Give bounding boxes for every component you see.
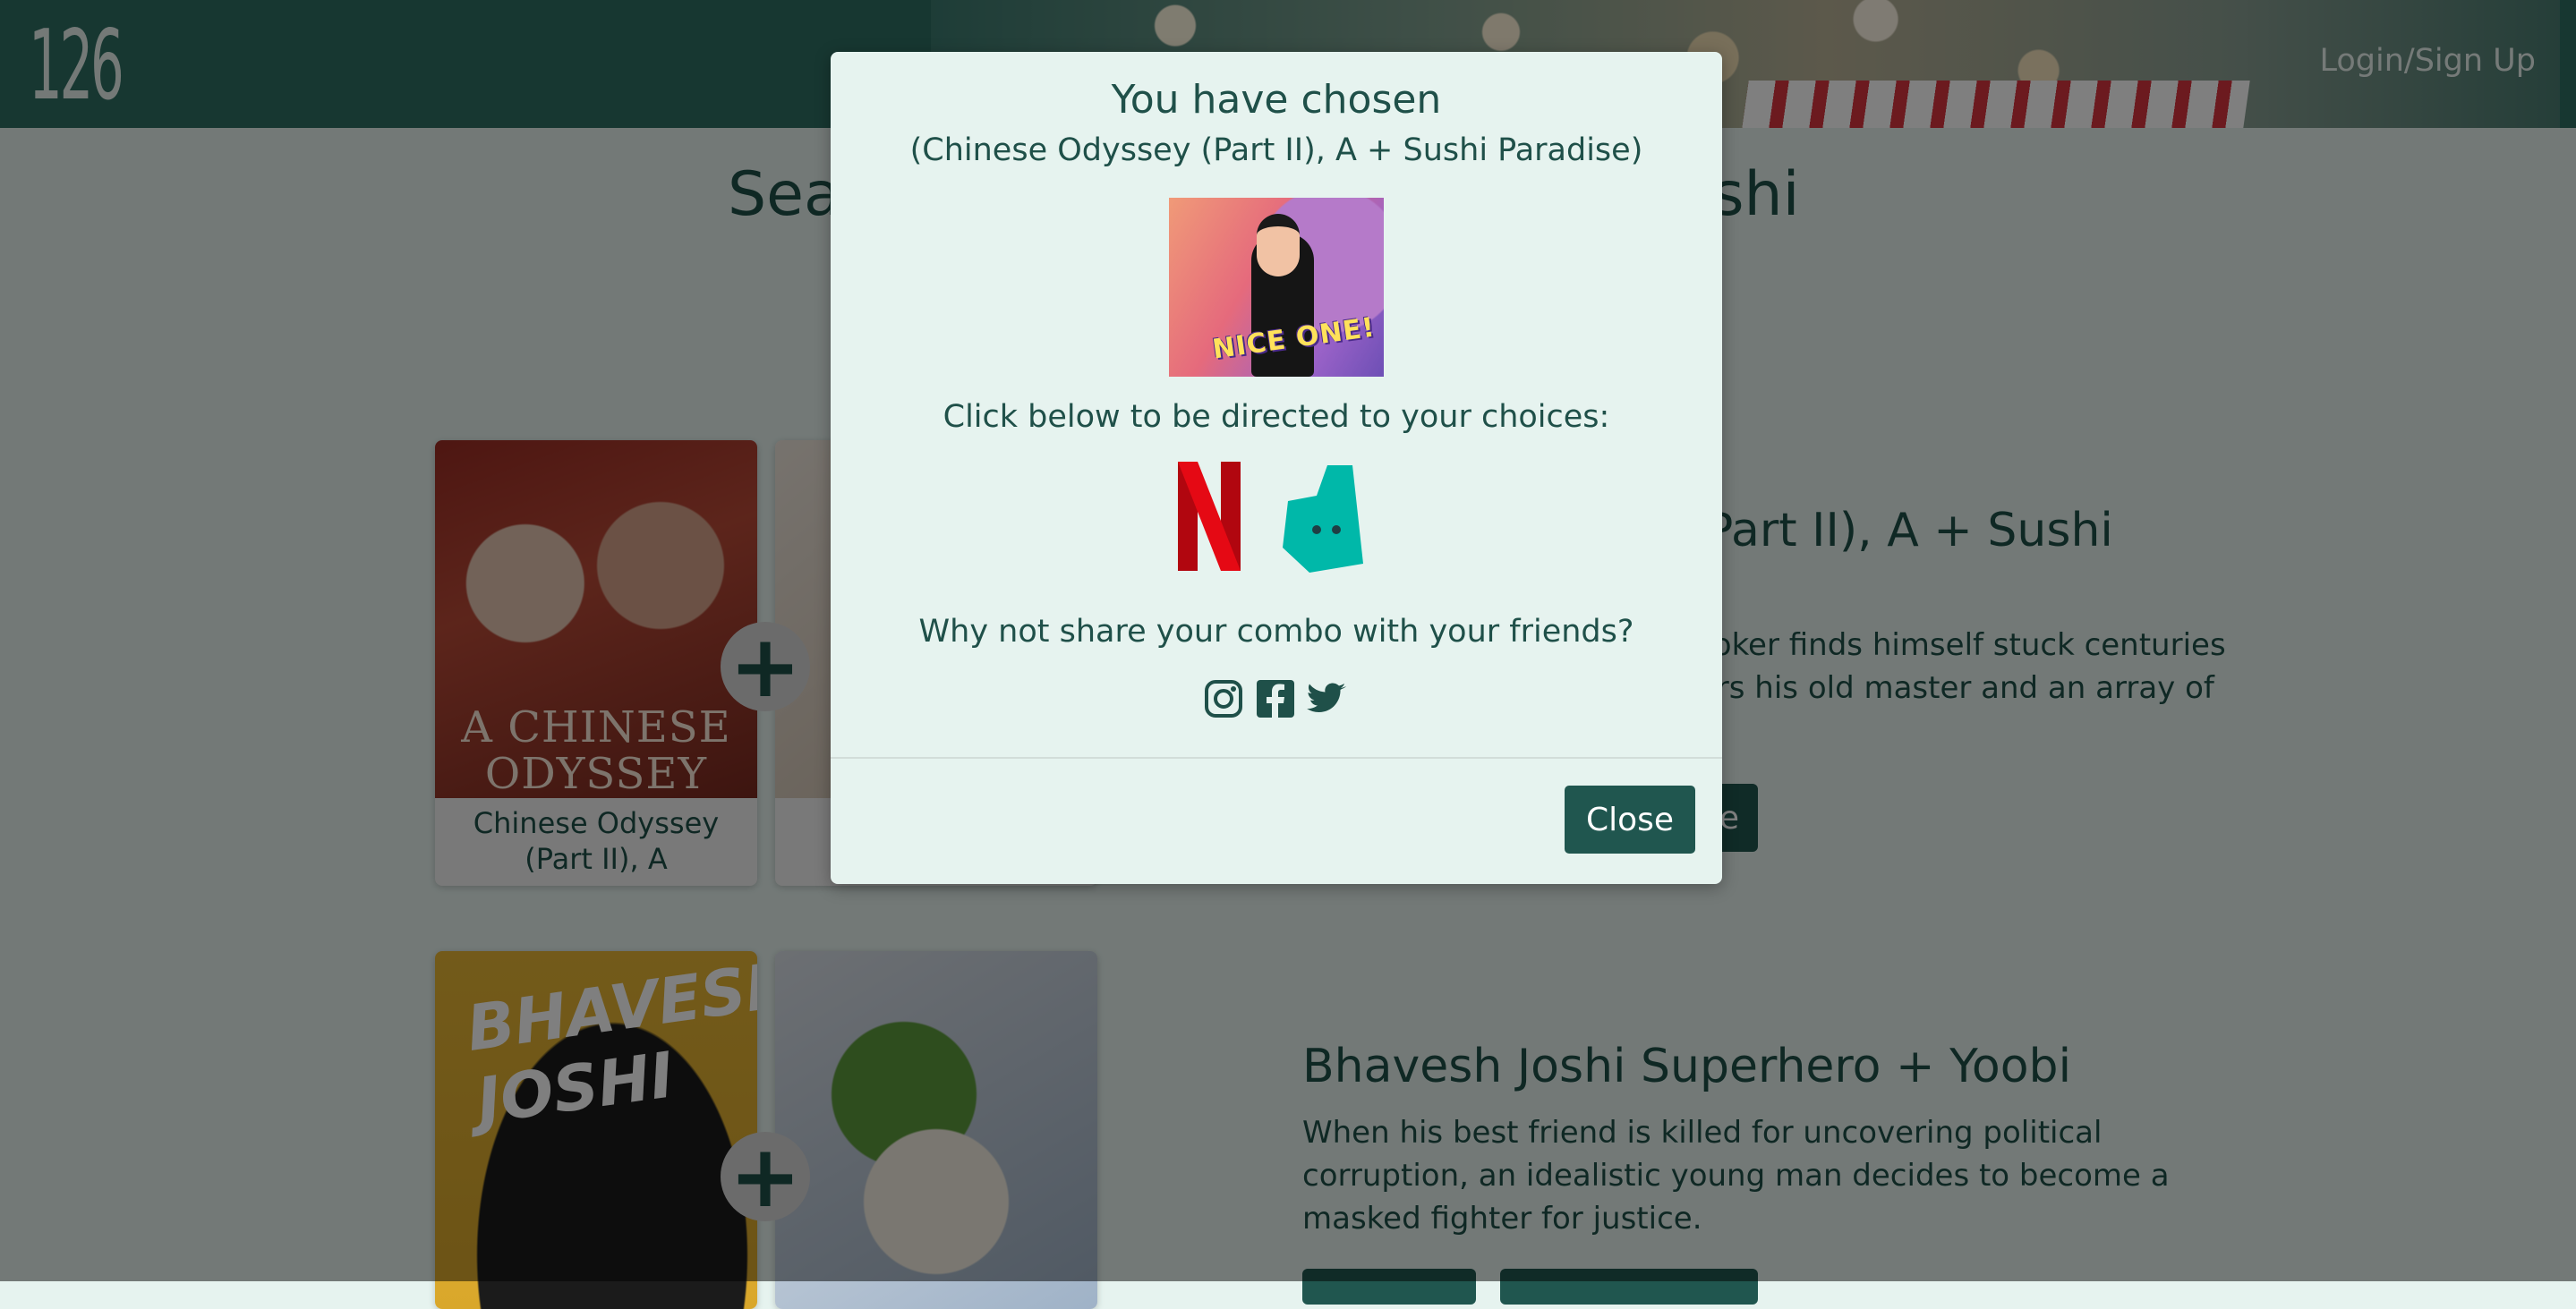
directed-text: Click below to be directed to your choic… [943, 399, 1610, 435]
close-button[interactable]: Close [1565, 786, 1695, 854]
twitter-icon[interactable] [1307, 678, 1348, 719]
nice-one-gif: NICE ONE! [1169, 198, 1384, 377]
modal-title: You have chosen [1111, 77, 1442, 123]
page: 126 Login/Sign Up Sea ushi A CHINESE ODY… [0, 0, 2576, 1309]
facebook-icon[interactable] [1255, 678, 1296, 719]
modal-divider [831, 757, 1722, 759]
deliveroo-icon[interactable] [1274, 465, 1370, 573]
gif-person-head [1257, 214, 1300, 276]
combo-modal: You have chosen (Chinese Odyssey (Part I… [831, 52, 1722, 884]
netflix-icon[interactable] [1178, 462, 1241, 571]
chosen-combo: (Chinese Odyssey (Part II), A + Sushi Pa… [909, 132, 1643, 168]
share-text: Why not share your combo with your frien… [918, 614, 1634, 650]
instagram-icon[interactable] [1203, 678, 1244, 719]
